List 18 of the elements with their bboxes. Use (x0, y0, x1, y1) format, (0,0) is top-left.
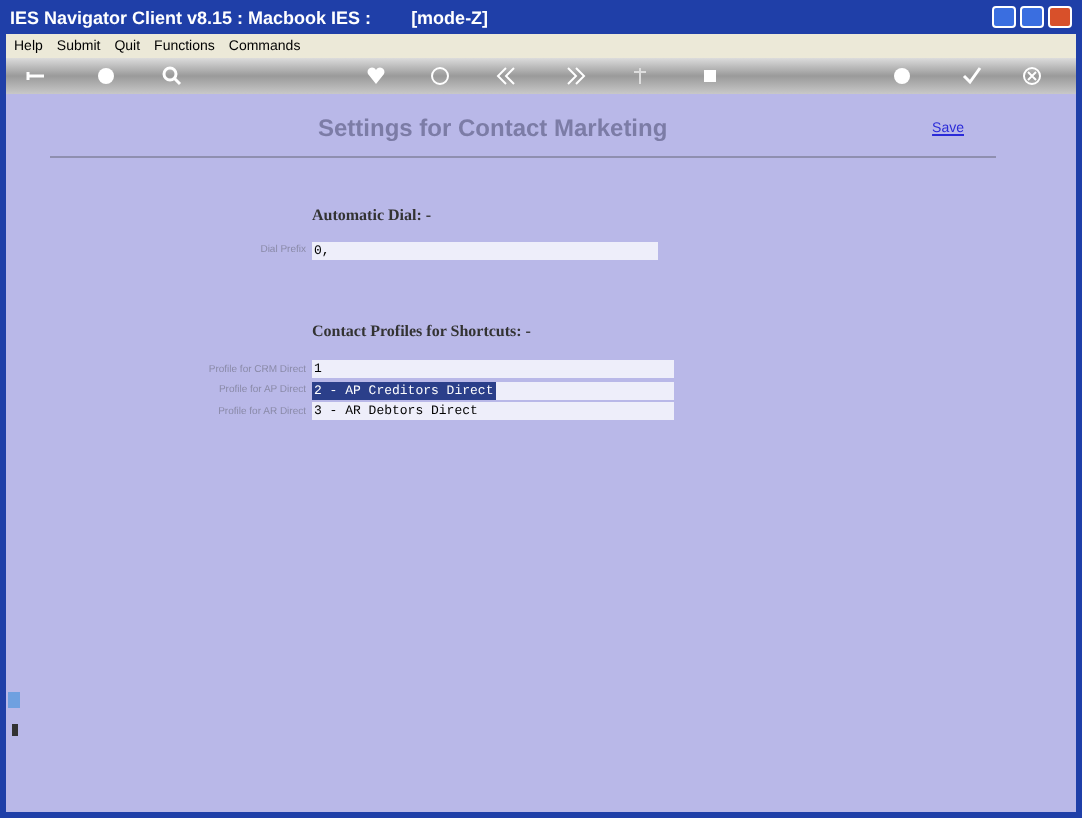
forward-icon[interactable] (566, 66, 586, 86)
check-icon[interactable] (962, 66, 982, 86)
close-button[interactable] (1048, 6, 1072, 28)
close-icon[interactable] (1022, 66, 1042, 86)
rewind-icon[interactable] (496, 66, 516, 86)
circle-icon[interactable] (430, 66, 450, 86)
square-icon[interactable] (700, 66, 720, 86)
side-icon[interactable] (11, 724, 17, 736)
maximize-button[interactable] (1020, 6, 1044, 28)
key-icon[interactable] (26, 66, 46, 86)
minimize-button[interactable] (992, 6, 1016, 28)
heart-icon[interactable] (366, 66, 386, 86)
section-heading: Automatic Dial: - (312, 206, 434, 224)
search-icon[interactable] (162, 66, 182, 86)
page-title: Settings for Contact Marketing (318, 114, 668, 142)
section-heading: Contact Profiles for Shortcuts: - (312, 321, 533, 339)
mode-label: [mode-Z] (411, 7, 489, 27)
window-title: IES Navigator Client v8.15 : Macbook IES : (10, 7, 372, 27)
